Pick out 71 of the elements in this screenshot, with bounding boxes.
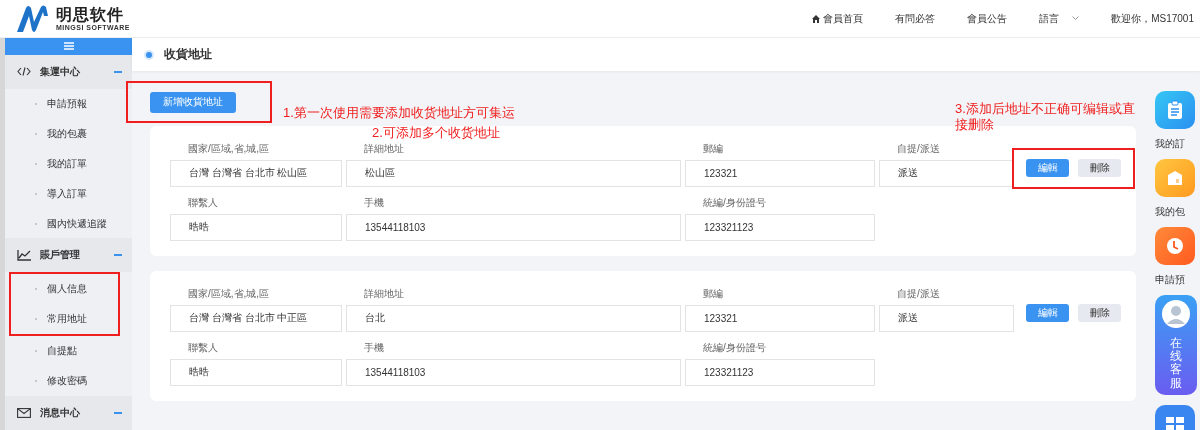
bullet-icon: [146, 51, 152, 58]
quick-link-label: 我的訂: [1155, 137, 1185, 151]
sidebar-item[interactable]: 自提點: [47, 344, 77, 359]
field-label: 詳細地址: [363, 286, 405, 301]
menu-icon: [63, 42, 74, 51]
field-value: 台灣 台灣省 台北市 中正區: [170, 304, 342, 332]
field-value: 123321123: [685, 358, 875, 386]
field-label: 詳細地址: [363, 141, 405, 156]
sidebar-item[interactable]: 個人信息: [47, 282, 87, 297]
support-button[interactable]: 在线客服: [1155, 295, 1197, 395]
clock-tile[interactable]: [1155, 227, 1195, 265]
annotation-text: 3.添加后地址不正确可编辑或直接删除: [955, 101, 1135, 133]
sidebar-item[interactable]: 常用地址: [47, 312, 87, 327]
field-value: 派送: [879, 304, 1014, 332]
chart-icon: [17, 249, 31, 261]
field-label: 郵編: [702, 286, 724, 301]
field-label: 國家/區域,省,城,區: [187, 286, 271, 301]
sidebar-item[interactable]: 申請預報: [47, 96, 87, 111]
menu-button[interactable]: [5, 38, 132, 55]
nav-link[interactable]: 會員公告: [967, 11, 1008, 26]
field-value: 123321: [685, 304, 875, 332]
field-value: 台灣 台灣省 台北市 松山區: [170, 159, 342, 187]
sidebar-item[interactable]: 國內快遞追蹤: [47, 216, 107, 231]
caret-icon: [1072, 16, 1080, 21]
sidebar-group[interactable]: 集運中心: [5, 54, 132, 89]
field-label: 自提/派送: [896, 286, 941, 301]
quick-link-label: 我的包: [1155, 205, 1185, 219]
nav-link[interactable]: 語言: [1039, 11, 1080, 26]
field-value: 派送: [879, 159, 1014, 187]
field-label: 聯繫人: [187, 195, 219, 210]
clipboard-tile[interactable]: [1155, 91, 1195, 129]
field-value: 松山區: [346, 159, 681, 187]
clock-icon: [1166, 237, 1184, 255]
field-label: 統編/身份證号: [702, 195, 767, 210]
field-label: 手機: [363, 195, 385, 210]
nav-link[interactable]: 會員首頁: [812, 11, 864, 26]
sidebar-item[interactable]: 我的訂單: [47, 156, 87, 171]
sidebar-item[interactable]: 導入訂單: [47, 186, 87, 201]
field-label: 國家/區域,省,城,區: [187, 141, 271, 156]
field-label: 自提/派送: [896, 141, 941, 156]
field-label: 郵編: [702, 141, 724, 156]
sidebar-group[interactable]: 賬戶管理: [5, 238, 132, 273]
page-title: 收貨地址: [164, 46, 212, 63]
clipboard-icon: [1167, 100, 1183, 120]
field-value: 13544118103: [346, 213, 681, 241]
avatar-icon: [1161, 299, 1191, 329]
field-value: 晧晧: [170, 213, 342, 241]
field-label: 聯繫人: [187, 340, 219, 355]
logo-name: 明思软件: [56, 6, 125, 24]
field-value: 123321: [685, 159, 875, 187]
delete-button[interactable]: 刪除: [1078, 158, 1121, 177]
field-value: 13544118103: [346, 358, 681, 386]
package-tile[interactable]: [1155, 159, 1195, 197]
field-value: 123321123: [685, 213, 875, 241]
field-label: 統編/身份證号: [702, 340, 767, 355]
sidebar-item[interactable]: 修改密碼: [47, 374, 87, 389]
field-value: 晧晧: [170, 358, 342, 386]
annotation-text: 2.可添加多个收货地址: [372, 125, 500, 141]
mail-icon: [17, 408, 31, 418]
quick-link-label: 申請預: [1155, 273, 1185, 287]
sidebar-item[interactable]: 我的包裹: [47, 126, 87, 141]
field-label: 手機: [363, 340, 385, 355]
sidebar-group[interactable]: 消息中心: [5, 396, 132, 430]
field-value: 台北: [346, 304, 681, 332]
welcome-text: 歡迎你，MS17001: [1111, 11, 1194, 26]
delete-button[interactable]: 刪除: [1078, 303, 1121, 322]
grid-icon: [1166, 417, 1184, 430]
nav-link[interactable]: 有問必答: [895, 11, 936, 26]
home-icon: [812, 14, 821, 23]
code-icon: [17, 67, 31, 77]
annotation-text: 1.第一次使用需要添加收货地址方可集运: [283, 105, 515, 121]
